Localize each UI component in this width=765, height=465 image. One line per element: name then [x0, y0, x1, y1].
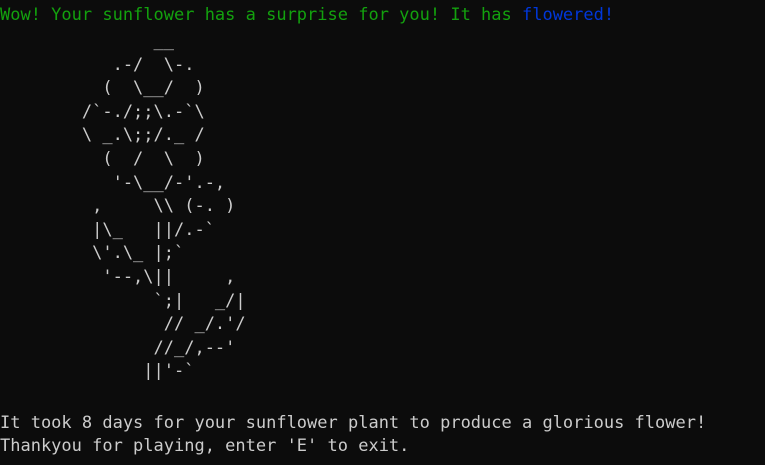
sunflower-ascii-art: __ .-/ \-. ( \__/ ) /`-./;;\.-`\ \ _.\;;…: [81, 31, 246, 382]
exit-prompt: Thankyou for playing, enter 'E' to exit.: [0, 436, 410, 456]
console-window: Wow! Your sunflower has a surprise for y…: [0, 0, 765, 465]
days-to-flower-message: It took 8 days for your sunflower plant …: [0, 413, 707, 433]
announcement-text: Wow! Your sunflower has a surprise for y…: [0, 5, 522, 25]
flowered-announcement: Wow! Your sunflower has a surprise for y…: [0, 3, 614, 27]
flowered-highlight: flowered!: [521, 5, 615, 25]
